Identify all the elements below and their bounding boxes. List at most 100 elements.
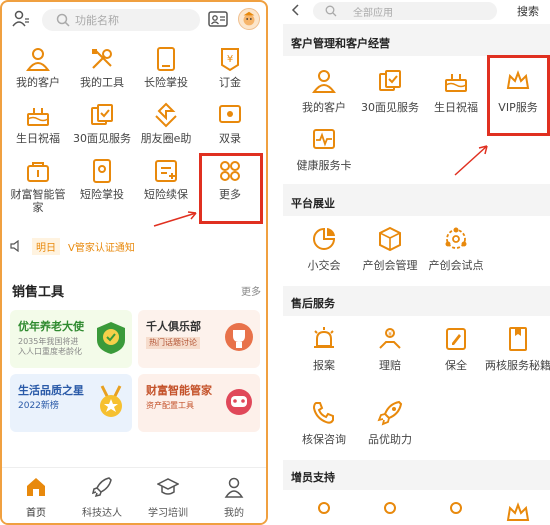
section-header-recruitment: 增员支持 xyxy=(283,462,550,490)
section-after-sales: 报案 ¥ 理赔 保全 两核服务秘籍 核保咨询 品优助力 xyxy=(283,316,550,460)
tool-card-title: 千人俱乐部 xyxy=(146,320,201,333)
tool-card-pension-ambassador[interactable]: 优年养老大使 2035年我国将进 入人口重度老龄化 xyxy=(10,310,132,368)
person-icon xyxy=(450,502,462,514)
crown-icon xyxy=(506,502,530,521)
medal-icon xyxy=(100,385,122,417)
account-icon[interactable] xyxy=(12,10,30,28)
section-title-sales-tools: 销售工具 xyxy=(12,285,65,300)
app-preservation[interactable]: 保全 xyxy=(423,326,489,373)
section-title: 增员支持 xyxy=(291,471,335,484)
cube-icon xyxy=(379,226,401,252)
app-claims[interactable]: ¥ 理赔 xyxy=(357,326,423,373)
meeting-icon xyxy=(379,70,401,91)
app-label: 核保咨询 xyxy=(302,433,346,446)
tab-learning[interactable]: 学习培训 xyxy=(136,476,200,519)
tab-home[interactable]: 首页 xyxy=(4,476,68,519)
grid-item-birthday-wishes[interactable]: 生日祝福 xyxy=(6,102,70,145)
svg-text:¥: ¥ xyxy=(227,54,233,65)
tool-card-thousand-club[interactable]: 千人俱乐部 热门话题讨论 xyxy=(138,310,260,368)
grid-item-short-term-insurance[interactable]: 短险掌投 xyxy=(70,158,134,201)
tab-tech-expert[interactable]: 科技达人 xyxy=(70,476,134,519)
app-label: 两核服务秘籍 xyxy=(485,359,550,372)
person-icon xyxy=(26,48,50,71)
app-my-customers[interactable]: 我的客户 xyxy=(291,68,357,115)
search-placeholder: 功能名称 xyxy=(75,14,119,27)
app-label: 产创会试点 xyxy=(428,259,484,272)
tool-card-subtitle: 资产配置工具 xyxy=(146,401,194,410)
grid-item-dual-recording[interactable]: 双录 xyxy=(198,102,262,145)
grid-item-30-meeting-service[interactable]: 30面见服务 xyxy=(70,102,134,145)
shield-badge-icon xyxy=(97,322,125,354)
app-label: 保全 xyxy=(445,359,467,372)
app-product-meeting-management[interactable]: 产创会管理 xyxy=(357,226,423,273)
app-underwriting-guide[interactable]: 两核服务秘籍 xyxy=(485,326,550,373)
home-icon xyxy=(27,478,45,496)
grid-item-moments-helper[interactable]: 朋友圈e助 xyxy=(134,102,198,145)
arrow-annotation xyxy=(454,145,488,176)
grid-item-label: 我的客户 xyxy=(16,76,60,89)
tool-card-subtitle: 2022新榜 xyxy=(18,401,59,411)
tab-label: 首页 xyxy=(26,508,46,519)
search-icon xyxy=(56,13,70,27)
app-underwriting-consult[interactable]: 核保咨询 xyxy=(291,400,357,447)
arrow-annotation xyxy=(153,211,197,227)
app-report-case[interactable]: 报案 xyxy=(291,326,357,373)
app-quality-boost[interactable]: 品优助力 xyxy=(357,400,423,447)
health-icon xyxy=(313,129,335,149)
app-label: 小交会 xyxy=(307,259,341,272)
app-health-card[interactable]: 健康服务卡 xyxy=(291,126,357,173)
wealth-icon xyxy=(27,162,49,182)
tab-mine[interactable]: 我的 xyxy=(202,476,266,519)
tool-card-title: 优年养老大使 xyxy=(18,320,84,333)
avatar[interactable] xyxy=(238,8,260,30)
grid-item-label: 生日祝福 xyxy=(16,132,60,145)
user-icon xyxy=(224,477,244,498)
tool-card-wealth-butler[interactable]: 财富智能管家 资产配置工具 xyxy=(138,374,260,432)
graduation-icon xyxy=(157,478,179,495)
search-input[interactable]: 功能名称 xyxy=(42,9,200,31)
top-bar: 功能名称 xyxy=(2,2,266,36)
yen-icon: ¥ xyxy=(221,48,239,72)
grid-item-short-term-renewal[interactable]: 短险续保 xyxy=(134,158,198,201)
app-product-meeting-pilot[interactable]: 产创会试点 xyxy=(423,226,489,273)
app-label: 生日祝福 xyxy=(434,101,478,114)
grid-item-wealth-butler[interactable]: 财富智能管家 xyxy=(6,158,70,214)
tool-card-quality-star[interactable]: 生活品质之星 2022新榜 xyxy=(10,374,132,432)
speaker-icon xyxy=(10,240,19,252)
search-input[interactable]: 全部应用 xyxy=(313,2,497,20)
id-card-icon[interactable] xyxy=(208,10,228,28)
grid-item-my-customers[interactable]: 我的客户 xyxy=(6,46,70,89)
search-button[interactable]: 搜索 xyxy=(517,3,539,19)
phone-call-icon xyxy=(312,402,334,424)
phone-icon xyxy=(93,159,111,183)
share-icon xyxy=(155,102,177,128)
cake-icon xyxy=(27,108,49,126)
app-label: 产创会管理 xyxy=(362,259,418,272)
app-mini-fair[interactable]: 小交会 xyxy=(291,226,357,273)
grid-item-label: 双录 xyxy=(219,132,241,145)
tab-label: 我的 xyxy=(224,508,244,519)
more-link[interactable]: 更多 xyxy=(241,283,261,298)
meeting-icon xyxy=(91,104,113,125)
section-recruitment xyxy=(283,490,550,525)
grid-item-label: 订金 xyxy=(219,76,241,89)
grid-item-deposit[interactable]: ¥ 订金 xyxy=(198,46,262,89)
grid-item-label: 短险续保 xyxy=(144,188,188,201)
app-30-meeting-service[interactable]: 30面见服务 xyxy=(357,68,423,115)
alarm-icon xyxy=(314,327,334,348)
trophy-icon xyxy=(225,323,253,351)
tablet-icon xyxy=(157,47,175,71)
grid-item-long-term-insurance[interactable]: 长险掌投 xyxy=(134,46,198,89)
grid-item-label: 我的工具 xyxy=(80,76,124,89)
back-arrow-icon[interactable] xyxy=(289,3,303,17)
app-birthday-wishes[interactable]: 生日祝福 xyxy=(423,68,489,115)
edit-icon xyxy=(446,328,466,350)
network-icon xyxy=(445,227,467,249)
robot-icon xyxy=(226,389,252,415)
pie-icon xyxy=(313,227,336,250)
grid-item-my-tools[interactable]: 我的工具 xyxy=(70,46,134,89)
section-title: 售后服务 xyxy=(291,297,335,310)
highlight-box-more xyxy=(199,153,263,224)
grid-item-label: 朋友圈e助 xyxy=(140,132,192,145)
grid-item-label: 30面见服务 xyxy=(73,132,131,145)
